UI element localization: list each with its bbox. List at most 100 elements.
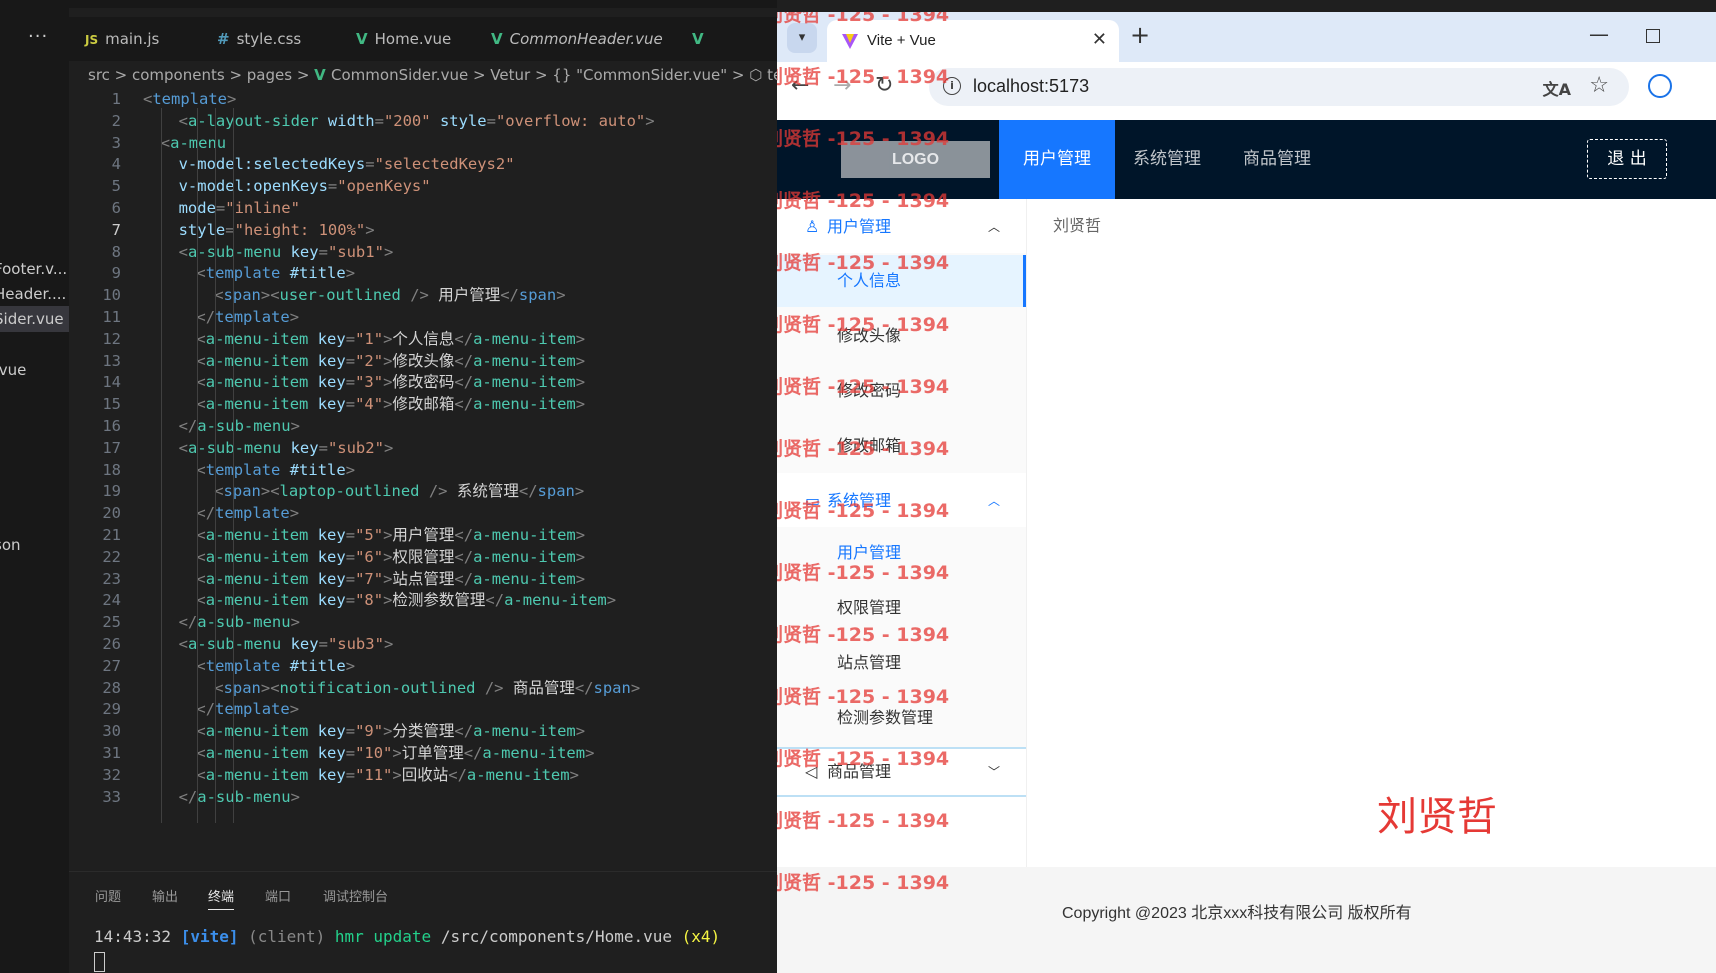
line-number: 13 <box>102 351 121 370</box>
explorer-item[interactable]: Footer.v... <box>0 256 69 282</box>
menu-item-site[interactable]: 站点管理 <box>777 637 1026 689</box>
terminal-hmr: hmr update <box>334 927 432 946</box>
breadcrumb[interactable]: src > components > pages > V CommonSider… <box>88 64 777 86</box>
profile-icon[interactable] <box>1648 74 1672 98</box>
submenu-goods[interactable]: ◁ 商品管理 ﹀ <box>777 747 1026 797</box>
menu-item-avatar[interactable]: 修改头像 <box>777 310 1026 362</box>
explorer-item[interactable]: son <box>0 532 69 558</box>
terminal-cursor[interactable] <box>94 952 105 972</box>
translate-icon[interactable]: 文A <box>1543 76 1571 100</box>
code-token: 商品管理 <box>512 678 575 697</box>
tab-label: Home.vue <box>374 30 452 48</box>
code-token: </ <box>500 286 519 305</box>
title-strip <box>0 0 777 8</box>
close-tab-icon[interactable]: ✕ <box>1092 29 1107 50</box>
code-token: </ <box>454 351 474 370</box>
line-number: 25 <box>102 613 121 632</box>
menu-item-profile[interactable]: 个人信息 <box>777 255 1026 307</box>
menu-item-permission[interactable]: 权限管理 <box>777 582 1026 634</box>
explorer-item[interactable]: .vue <box>0 357 69 383</box>
top-menu-system[interactable]: 系统管理 <box>1109 120 1225 199</box>
panel-tab-ports[interactable]: 端口 <box>265 886 291 905</box>
tab-home-vue[interactable]: V Home.vue <box>356 17 451 61</box>
code-token: key <box>308 329 346 348</box>
code-token: > <box>575 722 586 741</box>
bookmark-star-icon[interactable]: ☆ <box>1589 73 1609 98</box>
menu-item-email[interactable]: 修改邮箱 <box>777 420 1026 472</box>
code-token: "4" <box>355 395 384 414</box>
top-menu-user[interactable]: 用户管理 <box>999 120 1115 199</box>
tab-style-css[interactable]: # style.css <box>217 17 301 61</box>
top-menu-goods[interactable]: 商品管理 <box>1219 120 1335 199</box>
code-token: > <box>383 242 394 261</box>
code-source: <span><notification-outlined /> 商品管理</sp… <box>214 676 640 700</box>
tab-commonheader-vue[interactable]: V CommonHeader.vue <box>491 17 663 61</box>
code-token: </ <box>518 482 538 501</box>
code-token: key <box>281 635 319 653</box>
code-token: a-menu-item <box>205 765 309 784</box>
code-source: <span><laptop-outlined /> 系统管理</span> <box>214 479 584 503</box>
line-number: 16 <box>102 417 121 435</box>
line-number: 22 <box>102 547 121 566</box>
code-source: <a-menu-item key="3">修改密码</a-menu-item> <box>196 370 585 394</box>
tab-commonsider-vue[interactable]: V <box>692 17 711 61</box>
line-number: 27 <box>102 656 121 675</box>
app-footer: Copyright @2023 北京xxx科技有限公司 版权所有 <box>777 867 1716 973</box>
maximize-icon[interactable] <box>1646 29 1660 43</box>
tab-main-js[interactable]: JS main.js <box>85 17 159 61</box>
code-token: user-outlined <box>279 286 401 305</box>
site-info-icon[interactable]: i <box>943 77 961 95</box>
code-token: > <box>392 744 402 762</box>
browser-window: ▾ Vite + Vue ✕ + — ← → ↻ i localhost:517… <box>777 12 1716 973</box>
code-token: </ <box>196 504 216 523</box>
forward-icon[interactable]: → <box>833 73 851 98</box>
line-number: 26 <box>102 635 121 653</box>
menu-item-password[interactable]: 修改密码 <box>777 365 1026 417</box>
code-token: "1" <box>355 329 384 348</box>
code-token: > <box>575 373 586 392</box>
code-token: template <box>205 460 281 479</box>
code-source: <a-menu <box>161 131 226 155</box>
app-header: LOGO 用户管理 系统管理 商品管理 退 出 <box>777 120 1716 199</box>
more-actions-icon[interactable]: ··· <box>28 26 48 47</box>
minimize-icon[interactable]: — <box>1589 22 1609 46</box>
panel-tab-terminal[interactable]: 终端 <box>208 886 235 910</box>
code-token: </ <box>196 308 216 326</box>
code-token: #title <box>280 656 346 675</box>
submenu-user[interactable]: ♙ 用户管理 ︿ <box>777 199 1026 257</box>
panel-tab-problems[interactable]: 问题 <box>95 886 121 905</box>
url-text[interactable]: localhost:5173 <box>973 76 1089 97</box>
code-token: = <box>345 591 356 610</box>
explorer-item[interactable]: Header.... <box>0 281 69 307</box>
address-bar[interactable]: i localhost:5173 文A ☆ <box>929 68 1629 106</box>
code-token: /> <box>419 482 457 501</box>
code-token: = <box>486 111 496 130</box>
tab-search-button[interactable]: ▾ <box>787 23 817 53</box>
code-token: </ <box>485 591 505 610</box>
line-number: 9 <box>111 264 121 283</box>
reload-icon[interactable]: ↻ <box>875 73 893 98</box>
back-icon[interactable]: ← <box>791 73 809 98</box>
terminal-vite: [vite] <box>180 927 239 946</box>
code-token: = <box>327 177 338 196</box>
code-token: = <box>345 547 356 566</box>
code-editor[interactable]: 1 <template> 2 <a-layout-sider width="200" … <box>69 86 777 871</box>
line-number: 5 <box>111 177 121 196</box>
line-number: 4 <box>111 155 121 174</box>
code-token: 修改邮箱 <box>392 395 455 414</box>
code-token: "sub2" <box>327 438 384 457</box>
new-tab-icon[interactable]: + <box>1130 21 1150 49</box>
code-token: 系统管理 <box>456 482 519 501</box>
code-token: key <box>308 591 346 610</box>
code-token: > <box>575 547 586 566</box>
panel-tab-output[interactable]: 输出 <box>152 886 178 905</box>
submenu-system[interactable]: ▭ 系统管理 ︿ <box>777 471 1026 531</box>
logout-button[interactable]: 退 出 <box>1587 139 1667 179</box>
menu-item-user-manage[interactable]: 用户管理 <box>777 527 1026 579</box>
panel-tab-debug-console[interactable]: 调试控制台 <box>323 886 388 905</box>
browser-tab[interactable]: Vite + Vue ✕ <box>827 20 1119 62</box>
code-token: a-menu-item <box>504 591 607 610</box>
code-token: < <box>143 90 153 108</box>
explorer-item-active[interactable]: Sider.vue <box>0 306 69 332</box>
menu-item-params[interactable]: 检测参数管理 <box>777 692 1026 744</box>
